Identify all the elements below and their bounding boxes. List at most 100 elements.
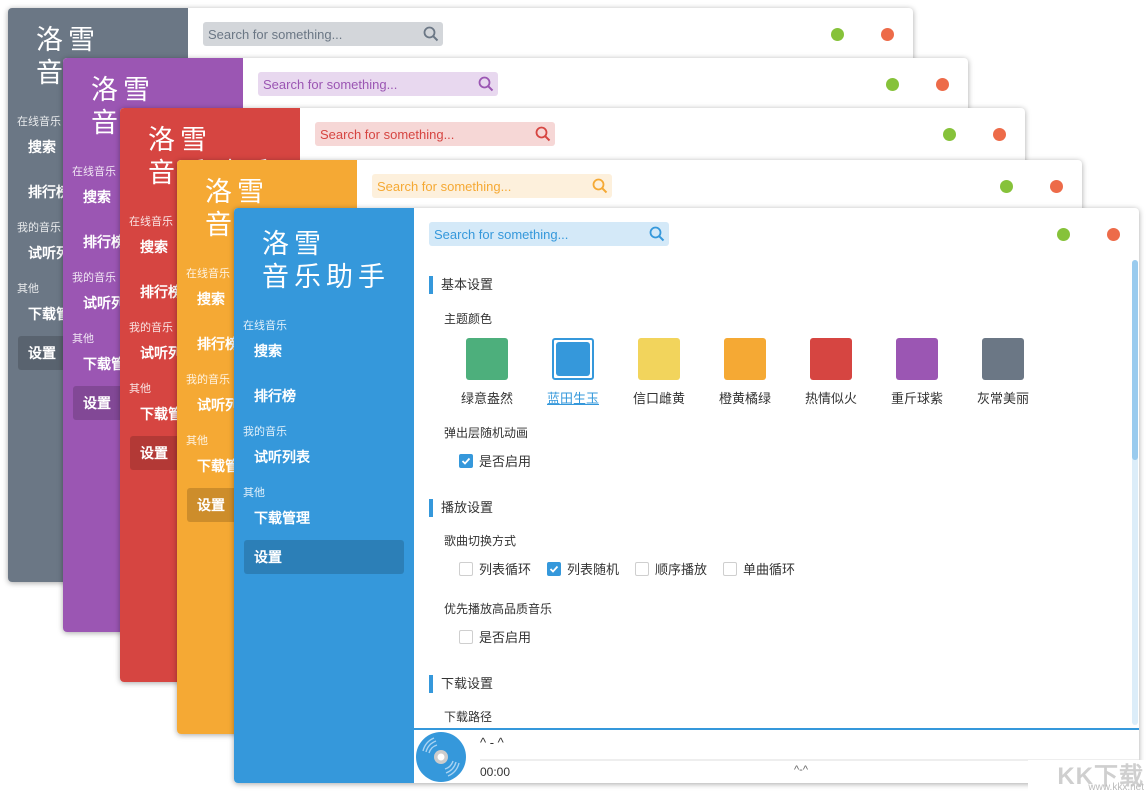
theme-swatches: 绿意盎然 蓝田生玉 信口雌黄 橙黄橘绿 热情似火 重斤球紫 灰常美丽	[444, 338, 1046, 407]
logo-line-1: 洛雪	[148, 125, 212, 156]
theme-color-label: 主题颜色	[444, 312, 493, 326]
logo-line-1: 洛雪	[36, 25, 100, 56]
sidebar-item-downloads[interactable]: 下载管理	[244, 501, 404, 535]
swatch-label: 热情似火	[804, 391, 857, 406]
swatch-color[interactable]	[810, 338, 852, 380]
logo-line-1: 洛雪	[262, 229, 326, 260]
search-placeholder: Search for something...	[434, 226, 569, 242]
nav-group-online: 在线音乐	[243, 320, 287, 332]
search-icon[interactable]	[531, 122, 555, 146]
switch-mode-checkbox[interactable]: 列表随机	[547, 559, 619, 578]
sidebar: 洛雪 音乐助手 在线音乐 搜索 排行榜 我的音乐 试听列表 其他 下载管理 设置	[234, 208, 414, 783]
swatch-color[interactable]	[724, 338, 766, 380]
search-input[interactable]: Search for something...	[372, 174, 612, 198]
sidebar-item-playlist[interactable]: 试听列表	[244, 440, 404, 474]
switch-mode-label: 歌曲切换方式	[444, 534, 517, 548]
checkbox-label: 列表随机	[567, 562, 620, 577]
top-bar: Search for something...	[300, 108, 1025, 160]
close-button[interactable]	[1050, 180, 1063, 193]
swatch-color[interactable]	[466, 338, 508, 380]
swatch-color[interactable]	[896, 338, 938, 380]
swatch-label: 信口雌黄	[632, 391, 685, 406]
switch-mode-checkbox[interactable]: 顺序播放	[635, 559, 707, 578]
logo-line-2: 音乐助手	[262, 262, 390, 293]
search-icon[interactable]	[474, 72, 498, 96]
section-playback-settings: 播放设置	[429, 499, 493, 517]
disc-icon	[416, 732, 466, 782]
search-input[interactable]: Search for something...	[429, 222, 669, 246]
swatch-label: 橙黄橘绿	[718, 391, 771, 406]
checkbox-box[interactable]	[723, 561, 738, 576]
top-bar: Search for something...	[414, 208, 1139, 260]
minimize-button[interactable]	[943, 128, 956, 141]
search-input[interactable]: Search for something...	[203, 22, 443, 46]
watermark: KK下载 www.kkx.net	[1028, 760, 1146, 792]
top-bar: Search for something...	[243, 58, 968, 110]
nav-group-my-music: 我的音乐	[243, 426, 287, 438]
search-input[interactable]: Search for something...	[315, 122, 555, 146]
search-placeholder: Search for something...	[263, 76, 398, 92]
search-icon[interactable]	[419, 22, 443, 46]
minimize-button[interactable]	[886, 78, 899, 91]
switch-mode-row: 列表循环 列表随机 顺序播放 单曲循环	[459, 559, 811, 578]
hq-checkbox[interactable]: 是否启用	[459, 627, 531, 646]
hq-label: 优先播放高品质音乐	[444, 602, 553, 616]
swatch-color[interactable]	[982, 338, 1024, 380]
theme-swatch[interactable]: 灰常美丽	[960, 338, 1046, 407]
search-input[interactable]: Search for something...	[258, 72, 498, 96]
theme-swatch[interactable]: 信口雌黄	[616, 338, 702, 407]
artist-name: ^-^	[794, 764, 808, 776]
watermark-url: www.kkx.net	[1088, 782, 1144, 792]
close-button[interactable]	[936, 78, 949, 91]
theme-swatch[interactable]: 重斤球紫	[874, 338, 960, 407]
swatch-label: 蓝田生玉	[546, 391, 599, 406]
popup-anim-label: 弹出层随机动画	[444, 426, 529, 440]
scrollbar-thumb[interactable]	[1132, 260, 1138, 460]
app-window-blue: 洛雪 音乐助手 在线音乐 搜索 排行榜 我的音乐 试听列表 其他 下载管理 设置…	[234, 208, 1139, 783]
download-path-label: 下载路径	[444, 710, 493, 724]
swatch-color[interactable]	[638, 338, 680, 380]
popup-anim-checkbox[interactable]: 是否启用	[459, 451, 531, 470]
checkbox-label: 是否启用	[479, 454, 532, 469]
checkbox-box[interactable]	[459, 629, 473, 644]
checkbox-box[interactable]	[547, 561, 562, 576]
scrollbar[interactable]	[1132, 260, 1138, 725]
theme-swatch[interactable]: 绿意盎然	[444, 338, 530, 407]
search-icon[interactable]	[645, 222, 669, 246]
close-button[interactable]	[881, 28, 894, 41]
theme-swatch[interactable]: 蓝田生玉	[530, 338, 616, 407]
sidebar-item-charts[interactable]: 排行榜	[244, 379, 404, 413]
section-download-settings: 下载设置	[429, 675, 493, 693]
sidebar-item-search[interactable]: 搜索	[244, 334, 404, 368]
search-placeholder: Search for something...	[208, 26, 343, 42]
swatch-label: 绿意盎然	[460, 391, 513, 406]
sidebar-item-settings[interactable]: 设置	[244, 540, 404, 574]
checkbox-box[interactable]	[635, 561, 650, 576]
checkbox-box[interactable]	[459, 561, 473, 576]
checkbox-box[interactable]	[459, 453, 473, 468]
song-title: ^ - ^	[480, 735, 504, 750]
minimize-button[interactable]	[831, 28, 844, 41]
sidebar-nav: 在线音乐 搜索 排行榜 我的音乐 试听列表 其他 下载管理 设置	[234, 318, 414, 574]
theme-swatch[interactable]: 热情似火	[788, 338, 874, 407]
minimize-button[interactable]	[1057, 228, 1070, 241]
minimize-button[interactable]	[1000, 180, 1013, 193]
swatch-label: 灰常美丽	[976, 391, 1029, 406]
search-placeholder: Search for something...	[377, 178, 512, 194]
app-logo: 洛雪 音乐助手	[262, 228, 390, 294]
check-icon	[549, 565, 559, 573]
checkbox-label: 列表循环	[479, 562, 532, 577]
swatch-label: 重斤球紫	[890, 391, 943, 406]
checkbox-label: 是否启用	[479, 630, 532, 645]
top-bar: Search for something...	[357, 160, 1082, 212]
close-button[interactable]	[1107, 228, 1120, 241]
close-button[interactable]	[993, 128, 1006, 141]
nav-group-other: 其他	[243, 487, 265, 499]
checkbox-label: 单曲循环	[743, 562, 796, 577]
swatch-color[interactable]	[552, 338, 594, 380]
search-placeholder: Search for something...	[320, 126, 455, 142]
switch-mode-checkbox[interactable]: 单曲循环	[723, 559, 795, 578]
search-icon[interactable]	[588, 174, 612, 198]
theme-swatch[interactable]: 橙黄橘绿	[702, 338, 788, 407]
switch-mode-checkbox[interactable]: 列表循环	[459, 559, 531, 578]
